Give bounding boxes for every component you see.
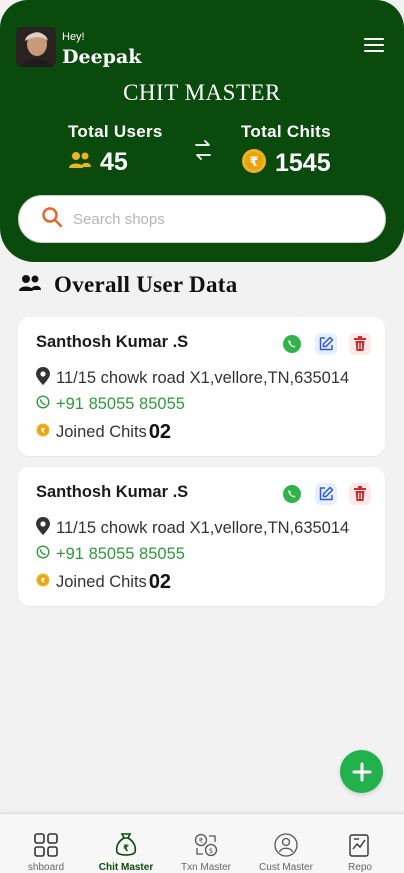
svg-text:$: $ <box>209 847 213 855</box>
svg-text:₹: ₹ <box>249 155 258 170</box>
header: Hey! Deepak CHIT MASTER Total Users 45 T… <box>0 0 404 262</box>
swap-arrows-icon <box>193 139 213 166</box>
joined-chits-label: Joined Chits <box>56 573 147 591</box>
rupee-coin-icon: ₹ <box>241 148 267 179</box>
section-header: Overall User Data <box>18 272 238 298</box>
nav-label-cust-master: Cust Master <box>259 862 313 873</box>
delete-button[interactable] <box>349 483 371 505</box>
total-users-label: Total Users <box>68 122 163 141</box>
user-address-row: 11/15 chowk road X1,vellore,TN,635014 <box>36 367 349 390</box>
report-icon <box>349 834 369 857</box>
nav-label-chit-master: Chit Master <box>98 862 154 873</box>
nav-item-dashboard[interactable]: shboard <box>6 832 86 873</box>
total-chits-label: Total Chits <box>241 122 331 141</box>
coin-icon: ₹ <box>36 573 50 592</box>
user-address-row: 11/15 chowk road X1,vellore,TN,635014 <box>36 517 349 540</box>
section-title: Overall User Data <box>54 272 238 297</box>
svg-text:₹: ₹ <box>123 844 129 854</box>
joined-chits-count: 02 <box>148 421 172 443</box>
svg-text:₹: ₹ <box>41 577 46 585</box>
nav-item-chit-master[interactable]: ₹ Chit Master <box>86 832 166 873</box>
whatsapp-button[interactable] <box>281 333 303 355</box>
nav-item-txn-master[interactable]: ₹ $ Txn Master <box>166 832 246 873</box>
add-user-button[interactable] <box>340 750 383 793</box>
total-users-value: 45 <box>100 148 128 176</box>
greeting-text: Hey! <box>62 31 85 43</box>
user-address: 11/15 chowk road X1,vellore,TN,635014 <box>56 369 350 387</box>
whatsapp-button[interactable] <box>281 483 303 505</box>
search-bar[interactable] <box>18 195 386 243</box>
user-phone: +91 85055 85055 <box>56 545 185 563</box>
user-card-name: Santhosh Kumar .S <box>36 333 189 351</box>
users-group-icon <box>18 273 42 298</box>
total-chits-value: 1545 <box>275 149 331 177</box>
search-icon <box>41 206 63 233</box>
total-chits-stat: Total Chits ₹ 1545 <box>241 122 331 179</box>
hamburger-menu-icon[interactable] <box>364 38 384 54</box>
delete-button[interactable] <box>349 333 371 355</box>
edit-button[interactable] <box>315 483 337 505</box>
joined-chits-row: ₹ Joined Chits 02 <box>36 571 171 594</box>
avatar[interactable] <box>16 27 56 67</box>
svg-text:₹: ₹ <box>41 427 46 435</box>
user-name: Deepak <box>62 46 142 68</box>
app-title: CHIT MASTER <box>123 80 281 105</box>
location-pin-icon <box>36 367 50 390</box>
edit-button[interactable] <box>315 333 337 355</box>
whatsapp-outline-icon <box>36 545 50 564</box>
user-phone-row[interactable]: +91 85055 85055 <box>36 395 185 414</box>
user-card-name: Santhosh Kumar .S <box>36 483 189 501</box>
user-phone: +91 85055 85055 <box>56 395 185 413</box>
money-bag-icon: ₹ <box>115 833 137 856</box>
whatsapp-outline-icon <box>36 395 50 414</box>
nav-label-reports: Repo <box>348 862 372 873</box>
total-users-stat: Total Users 45 <box>68 122 163 177</box>
user-card[interactable]: Santhosh Kumar .S 11/15 chowk road X1,ve… <box>18 317 385 456</box>
bottom-navigation: shboard ₹ Chit Master ₹ $ Txn Master Cus… <box>0 813 404 873</box>
svg-text:₹: ₹ <box>199 837 204 845</box>
search-input[interactable] <box>73 210 353 228</box>
user-phone-row[interactable]: +91 85055 85055 <box>36 545 185 564</box>
nav-label-txn-master: Txn Master <box>180 862 231 873</box>
nav-item-reports[interactable]: Repo <box>320 832 400 873</box>
location-pin-icon <box>36 517 50 540</box>
users-icon <box>68 150 92 175</box>
joined-chits-row: ₹ Joined Chits 02 <box>36 421 171 444</box>
nav-item-cust-master[interactable]: Cust Master <box>246 832 326 873</box>
nav-label-dashboard: shboard <box>27 862 65 873</box>
grid-icon <box>34 833 58 857</box>
customer-icon <box>274 833 298 857</box>
coin-icon: ₹ <box>36 423 50 442</box>
exchange-icon: ₹ $ <box>194 833 218 857</box>
joined-chits-label: Joined Chits <box>56 423 147 441</box>
user-address: 11/15 chowk road X1,vellore,TN,635014 <box>56 519 350 537</box>
user-card[interactable]: Santhosh Kumar .S 11/15 chowk road X1,ve… <box>18 467 385 606</box>
joined-chits-count: 02 <box>148 571 172 593</box>
